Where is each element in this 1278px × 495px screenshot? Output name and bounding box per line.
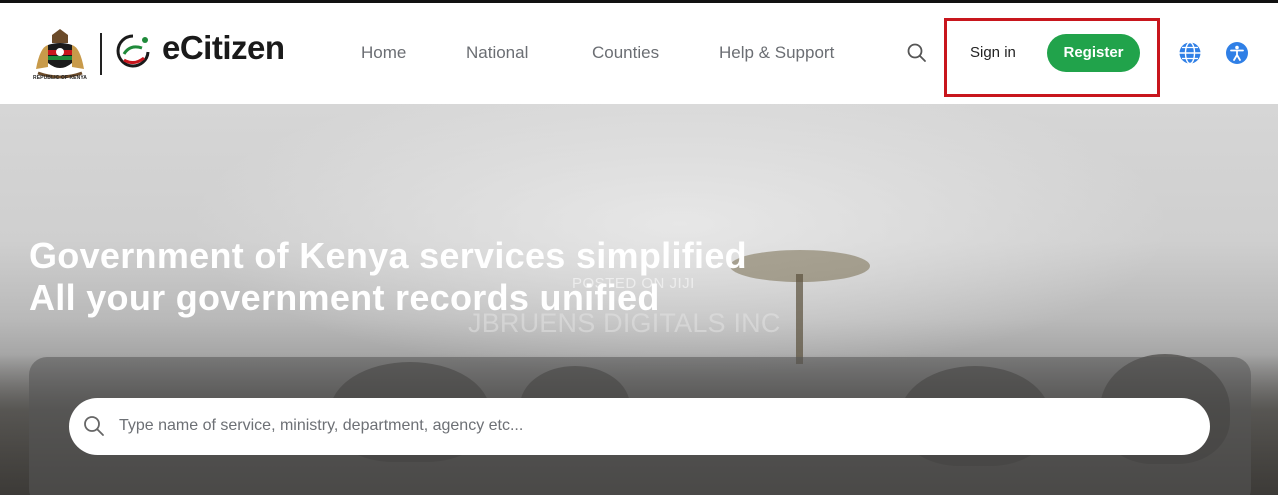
nav-national[interactable]: National (466, 43, 528, 63)
headline-2-text: All your government records (29, 277, 540, 318)
site-header: REPUBLIC OF KENYA eCitizen Home National… (0, 3, 1278, 104)
search-icon[interactable] (905, 41, 929, 65)
globe-language-icon[interactable] (1178, 41, 1202, 65)
coat-caption: REPUBLIC OF KENYA (32, 75, 88, 81)
watermark-line-1: POSTED ON JIJI (572, 275, 695, 292)
nav-counties[interactable]: Counties (592, 43, 659, 63)
brand-name[interactable]: eCitizen (162, 29, 285, 67)
ecitizen-logo-icon[interactable] (112, 30, 154, 74)
hero-headline-line-1: Government of Kenya services simplified (29, 235, 747, 277)
register-button[interactable]: Register (1047, 34, 1140, 72)
nav-home[interactable]: Home (361, 43, 406, 63)
search-placeholder: Type name of service, ministry, departme… (119, 417, 524, 434)
accessibility-icon[interactable] (1225, 41, 1249, 65)
headline-1-text: Government of Kenya services (29, 235, 576, 276)
sign-in-link[interactable]: Sign in (970, 44, 1016, 61)
search-icon (84, 416, 104, 436)
watermark-line-2: JBRUENS DIGITALS INC (468, 308, 781, 338)
nav-help-support[interactable]: Help & Support (719, 43, 834, 63)
logo-divider (100, 33, 102, 75)
headline-1-emphasis: simplified (575, 235, 747, 276)
